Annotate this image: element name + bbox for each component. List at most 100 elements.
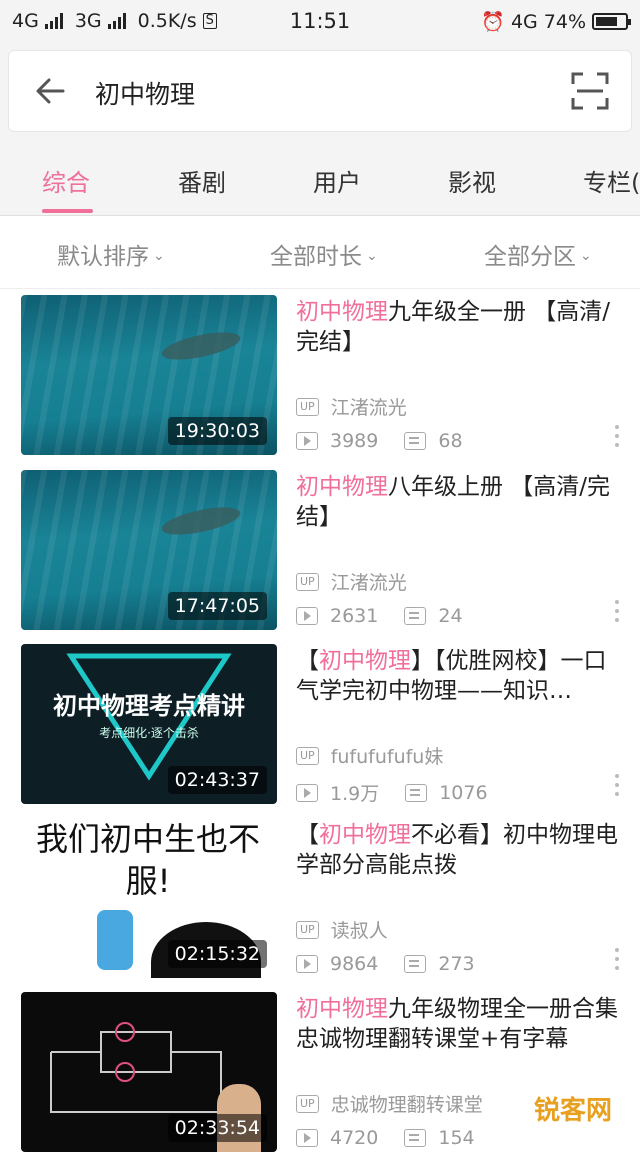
video-item[interactable]: 我们初中生也不服! 02:15:32 【初中物理不必看】初中物理电学部分高能点拨… — [0, 818, 640, 992]
danmaku-icon — [404, 955, 427, 973]
tab-users[interactable]: 用户 — [313, 163, 361, 198]
video-duration: 02:43:37 — [167, 766, 267, 794]
search-input[interactable]: 初中物理 — [95, 75, 195, 111]
search-header: 初中物理 — [0, 44, 640, 145]
more-options-icon[interactable] — [614, 425, 620, 451]
play-count: 1.9万 — [330, 783, 380, 805]
video-item[interactable]: 初中物理考点精讲 考点细化·逐个击杀 02:43:37 【初中物理】【优胜网校】… — [0, 644, 640, 818]
chevron-down-icon: ⌄ — [580, 248, 592, 264]
zone-filter[interactable]: 全部分区 ⌄ — [484, 237, 592, 271]
uploader-row[interactable]: UP 江渚流光 — [296, 393, 407, 420]
title-highlight: 初中物理 — [296, 996, 388, 1022]
network-label-3: 4G — [510, 10, 538, 33]
chevron-down-icon: ⌄ — [366, 248, 378, 264]
play-count-icon — [296, 432, 318, 450]
play-count-icon — [296, 955, 318, 973]
uploader-name: 江渚流光 — [330, 572, 407, 594]
uploader-name: 江渚流光 — [330, 397, 407, 419]
up-badge-icon: UP — [296, 572, 319, 591]
play-count: 4720 — [330, 1127, 379, 1149]
play-count-icon — [296, 783, 318, 802]
thumbnail-caption: 初中物理考点精讲 — [53, 692, 245, 720]
play-count-icon — [296, 607, 318, 625]
video-duration: 02:15:32 — [167, 940, 267, 968]
sort-filter[interactable]: 默认排序 ⌄ — [57, 237, 165, 271]
danmaku-count: 1076 — [439, 781, 488, 804]
play-count: 9864 — [330, 953, 379, 975]
danmaku-icon — [404, 432, 427, 450]
danmaku-icon — [404, 1129, 427, 1147]
video-title[interactable]: 【初中物理不必看】初中物理电学部分高能点拨 — [296, 820, 626, 880]
video-thumbnail[interactable]: 17:47:05 — [21, 470, 277, 630]
danmaku-count: 154 — [438, 1127, 475, 1149]
duration-filter-label: 全部时长 — [270, 244, 362, 270]
video-thumbnail[interactable]: 我们初中生也不服! 02:15:32 — [21, 818, 277, 978]
tab-active-indicator — [42, 209, 93, 213]
tab-all[interactable]: 综合 — [42, 163, 90, 198]
title-prefix: 【 — [296, 822, 319, 848]
tab-bar: 综合 番剧 用户 影视 专栏( — [0, 145, 640, 216]
title-prefix: 【 — [296, 648, 319, 674]
more-options-icon[interactable] — [614, 774, 620, 800]
uploader-row[interactable]: UP 江渚流光 — [296, 568, 407, 595]
video-stats: 4720 154 — [296, 1127, 475, 1149]
play-count: 3989 — [330, 430, 379, 452]
danmaku-count: 273 — [438, 953, 475, 975]
video-item[interactable]: 17:47:05 初中物理八年级上册 【高清/完结】 UP 江渚流光 2631 24 — [0, 470, 640, 644]
uploader-row[interactable]: UP fufufufufu妹 — [296, 742, 443, 769]
play-count-icon — [296, 1129, 318, 1147]
site-watermark: 锐客网 — [533, 1096, 612, 1126]
play-count: 2631 — [330, 605, 379, 627]
uploader-row[interactable]: UP 忠诚物理翻转课堂 — [296, 1090, 483, 1117]
uploader-name: 忠诚物理翻转课堂 — [330, 1094, 483, 1116]
video-thumbnail[interactable]: 02:33:54 — [21, 992, 277, 1152]
tab-column[interactable]: 专栏( — [583, 163, 640, 198]
up-badge-icon: UP — [296, 746, 319, 765]
alarm-icon: ⏰ — [481, 11, 505, 33]
video-title[interactable]: 【初中物理】【优胜网校】一口气学完初中物理——知识… — [296, 646, 626, 706]
more-options-icon[interactable] — [614, 600, 620, 626]
video-title[interactable]: 初中物理九年级物理全一册合集 忠诚物理翻转课堂+有字幕 — [296, 994, 626, 1054]
uploader-name: 读叔人 — [330, 920, 388, 942]
title-highlight: 初中物理 — [319, 648, 411, 674]
thumbnail-hand-graphic — [97, 910, 133, 970]
danmaku-count: 24 — [438, 605, 463, 627]
battery-percent: 74% — [543, 10, 586, 33]
video-stats: 3989 68 — [296, 430, 463, 452]
danmaku-icon — [405, 783, 428, 802]
back-arrow-icon[interactable] — [33, 73, 69, 109]
video-item[interactable]: 02:33:54 初中物理九年级物理全一册合集 忠诚物理翻转课堂+有字幕 UP 忠… — [0, 992, 640, 1166]
uploader-name: fufufufufu妹 — [330, 746, 444, 768]
scan-icon[interactable] — [571, 72, 609, 110]
search-box[interactable]: 初中物理 — [8, 50, 632, 132]
sort-filter-label: 默认排序 — [57, 244, 149, 270]
danmaku-count: 68 — [438, 430, 463, 452]
tab-film[interactable]: 影视 — [448, 163, 496, 198]
video-stats: 2631 24 — [296, 605, 463, 627]
more-options-icon[interactable] — [614, 948, 620, 974]
video-thumbnail[interactable]: 19:30:03 — [21, 295, 277, 455]
video-thumbnail[interactable]: 初中物理考点精讲 考点细化·逐个击杀 02:43:37 — [21, 644, 277, 804]
title-highlight: 初中物理 — [319, 822, 411, 848]
video-item[interactable]: 19:30:03 初中物理九年级全一册 【高清/完结】 UP 江渚流光 3989 6… — [0, 295, 640, 469]
uploader-row[interactable]: UP 读叔人 — [296, 916, 388, 943]
up-badge-icon: UP — [296, 920, 319, 939]
status-bar: 4G 3G 0.5K/s S 11:51 ⏰ 4G 74% — [0, 0, 640, 44]
zone-filter-label: 全部分区 — [484, 244, 576, 270]
filter-bar: 默认排序 ⌄ 全部时长 ⌄ 全部分区 ⌄ — [0, 216, 640, 289]
up-badge-icon: UP — [296, 1094, 319, 1113]
battery-icon — [592, 13, 631, 30]
thumbnail-subcaption: 考点细化·逐个击杀 — [99, 726, 199, 740]
video-stats: 9864 273 — [296, 953, 475, 975]
title-highlight: 初中物理 — [296, 299, 388, 325]
up-badge-icon: UP — [296, 397, 319, 416]
video-duration: 17:47:05 — [167, 592, 267, 620]
chevron-down-icon: ⌄ — [153, 248, 165, 264]
duration-filter[interactable]: 全部时长 ⌄ — [270, 237, 378, 271]
thumbnail-caption: 我们初中生也不服! — [35, 820, 260, 900]
tab-bangumi[interactable]: 番剧 — [178, 163, 226, 198]
video-title[interactable]: 初中物理九年级全一册 【高清/完结】 — [296, 297, 626, 357]
video-duration: 19:30:03 — [167, 417, 267, 445]
video-title[interactable]: 初中物理八年级上册 【高清/完结】 — [296, 472, 626, 532]
video-stats: 1.9万 1076 — [296, 779, 488, 806]
